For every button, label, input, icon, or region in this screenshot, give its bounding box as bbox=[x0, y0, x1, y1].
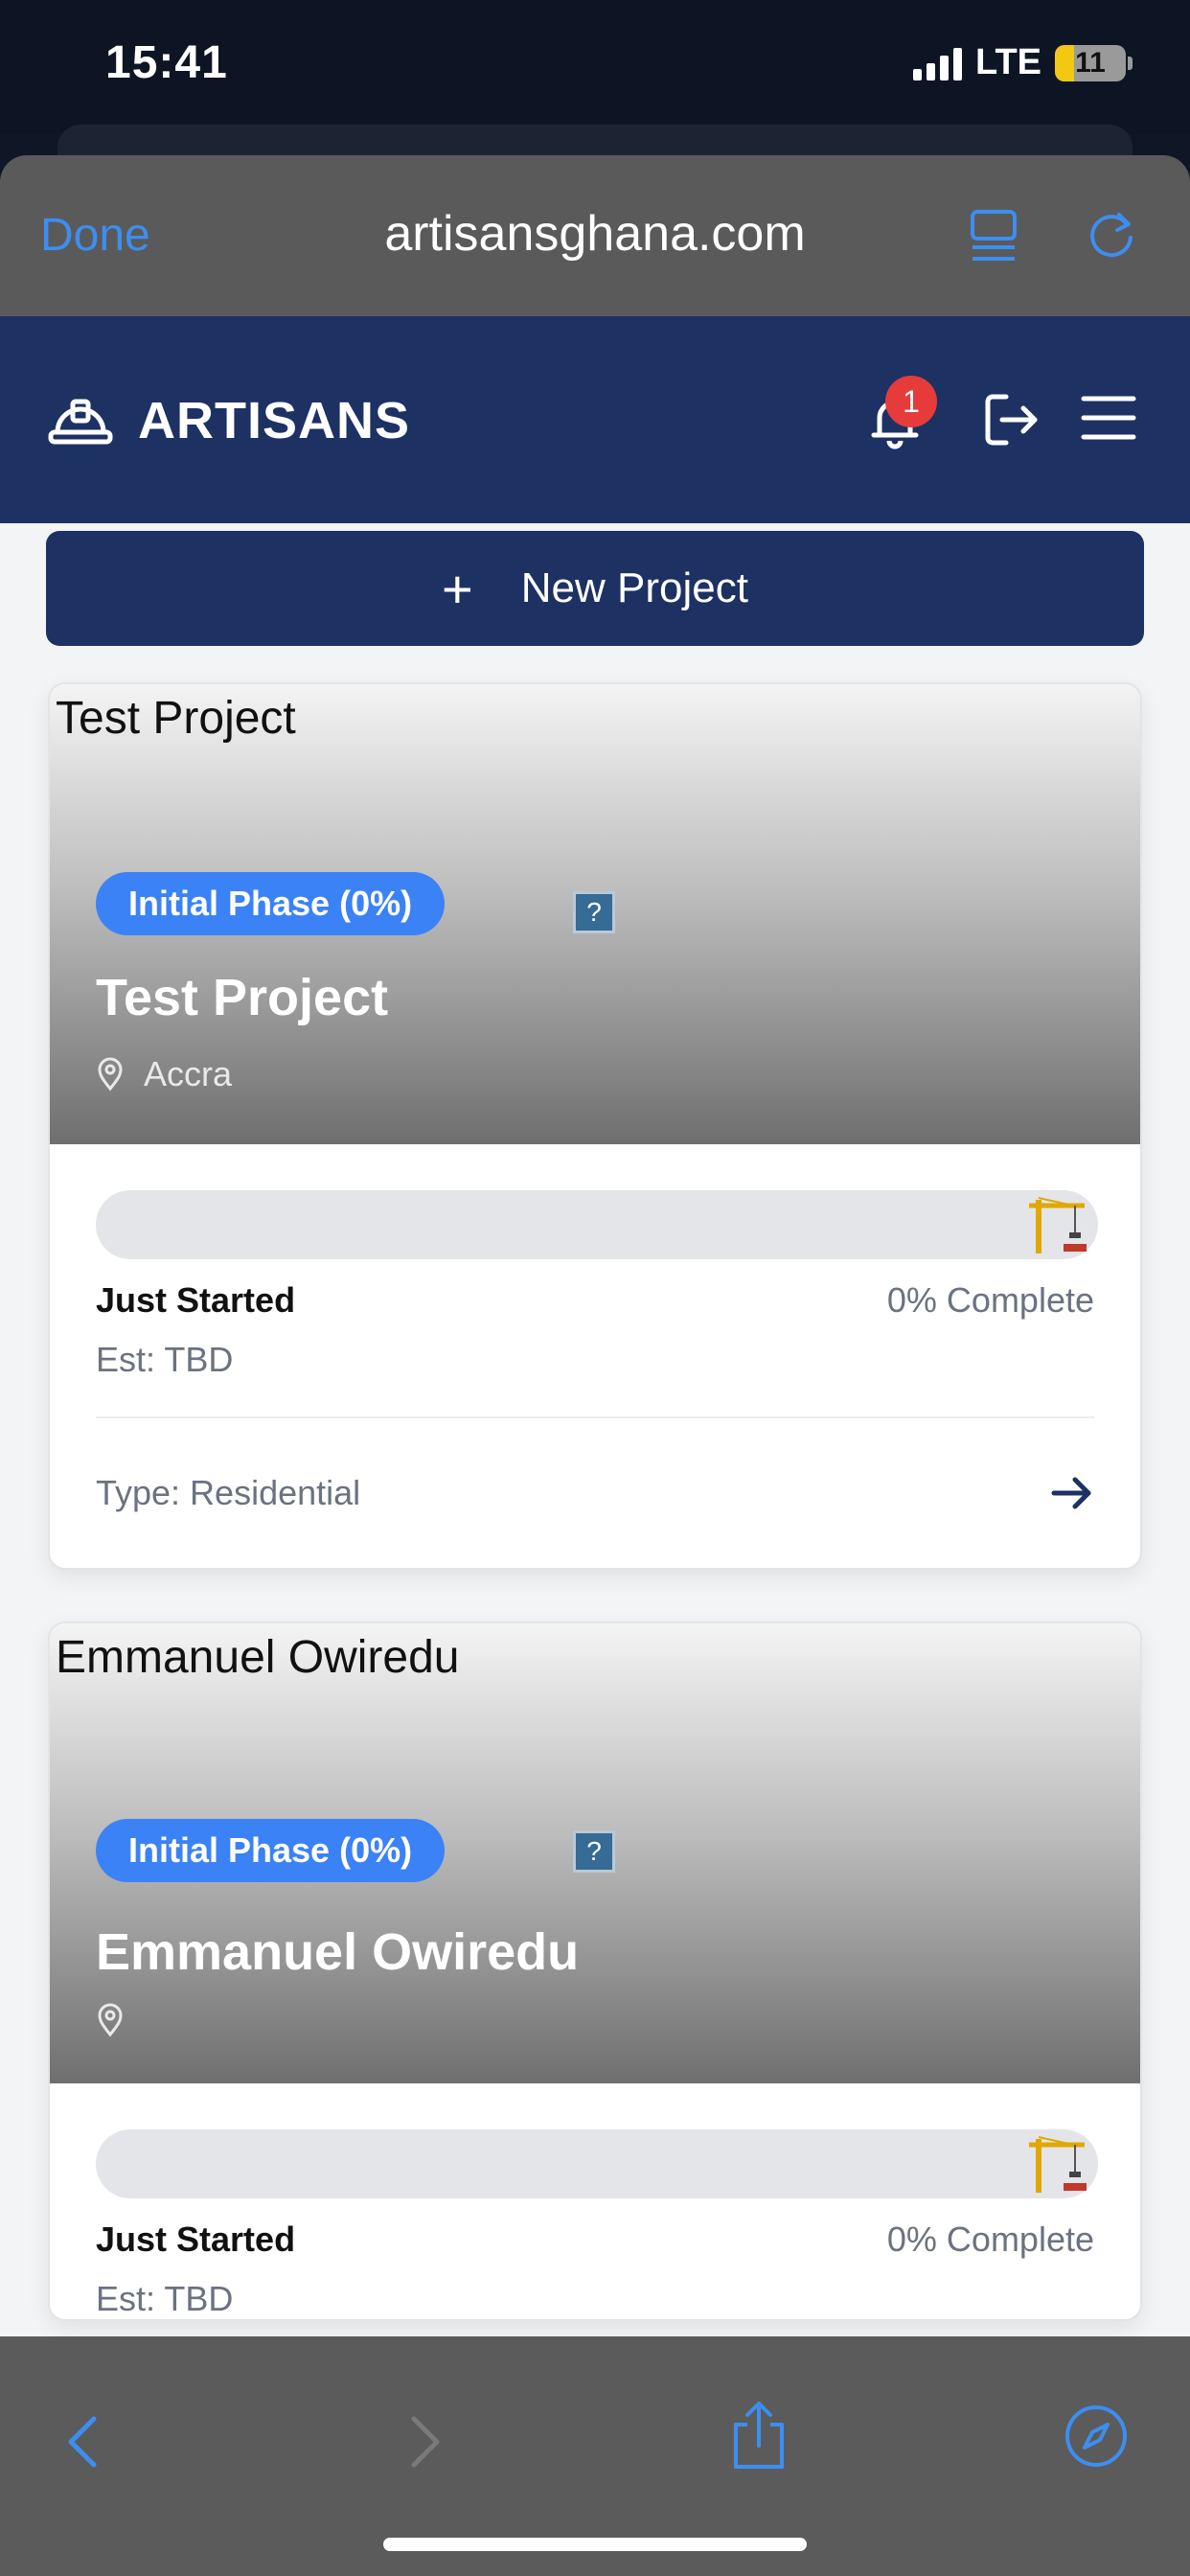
project-card[interactable]: Emmanuel Owiredu Initial Phase (0%) ? Em… bbox=[48, 1622, 1142, 2321]
broken-image-icon: ? bbox=[573, 891, 615, 933]
project-title: Test Project bbox=[96, 969, 389, 1026]
compass-icon[interactable] bbox=[1064, 2404, 1129, 2469]
new-project-button[interactable]: + New Project bbox=[46, 531, 1144, 646]
forward-icon[interactable] bbox=[406, 2413, 445, 2471]
hero-alt-text: Emmanuel Owiredu bbox=[56, 1632, 460, 1683]
location-text: Accra bbox=[144, 1054, 233, 1093]
completion-label: 0% Complete bbox=[886, 1280, 1094, 1320]
project-card[interactable]: Test Project Initial Phase (0%) ? Test P… bbox=[48, 682, 1142, 1570]
status-bar: 15:41 LTE 11 bbox=[0, 0, 1190, 134]
progress-bar bbox=[96, 1190, 1098, 1259]
hero-alt-text: Test Project bbox=[56, 693, 296, 744]
completion-label: 0% Complete bbox=[886, 2220, 1094, 2259]
hard-hat-icon bbox=[48, 399, 113, 445]
estimate-label: Est: TBD bbox=[96, 1340, 234, 1379]
arrow-right-icon[interactable] bbox=[1048, 1470, 1094, 1516]
project-location bbox=[96, 2003, 144, 2037]
app-navbar: ARTISANS 1 bbox=[0, 316, 1190, 523]
battery-tip bbox=[1128, 56, 1133, 70]
network-type: LTE bbox=[975, 42, 1041, 82]
battery-level: 11 bbox=[1075, 46, 1106, 79]
project-hero: Emmanuel Owiredu Initial Phase (0%) ? Em… bbox=[50, 1623, 1140, 2083]
progress-bar bbox=[96, 2129, 1098, 2198]
back-icon[interactable] bbox=[63, 2413, 102, 2471]
status-row: Just Started 0% Complete bbox=[96, 2220, 1094, 2260]
status-label: Just Started bbox=[96, 1280, 296, 1320]
project-location: Accra bbox=[96, 1054, 232, 1094]
hamburger-menu-icon[interactable] bbox=[1081, 393, 1136, 443]
battery-icon: 11 bbox=[1055, 44, 1126, 81]
brand[interactable]: ARTISANS bbox=[48, 391, 410, 450]
broken-image-icon: ? bbox=[573, 1830, 615, 1873]
share-icon[interactable] bbox=[728, 2400, 790, 2471]
status-time: 15:41 bbox=[105, 37, 228, 88]
browser-header: Done artisansghana.com bbox=[0, 155, 1190, 316]
location-pin-icon bbox=[98, 1057, 123, 1092]
project-type: Type: Residential bbox=[96, 1473, 361, 1512]
content-area: + New Project Test Project Initial Phase… bbox=[0, 523, 1190, 2336]
logout-icon[interactable] bbox=[983, 391, 1041, 448]
plus-icon: + bbox=[442, 558, 473, 619]
location-pin-icon bbox=[98, 2003, 123, 2037]
reload-icon[interactable] bbox=[1085, 209, 1138, 263]
status-indicators: LTE 11 bbox=[913, 42, 1133, 83]
reader-mode-icon[interactable] bbox=[970, 209, 1018, 263]
status-label: Just Started bbox=[96, 2220, 296, 2259]
card-footer: Type: Residential bbox=[96, 1418, 1094, 1568]
signal-icon bbox=[913, 46, 963, 80]
project-details: Just Started 0% Complete Est: TBD Type: … bbox=[50, 1144, 1140, 1568]
phase-badge: Initial Phase (0%) bbox=[96, 872, 446, 935]
notification-badge: 1 bbox=[885, 376, 937, 427]
home-indicator bbox=[383, 2538, 807, 2551]
brand-name: ARTISANS bbox=[138, 392, 411, 449]
phase-badge: Initial Phase (0%) bbox=[96, 1819, 446, 1882]
project-hero: Test Project Initial Phase (0%) ? Test P… bbox=[50, 684, 1140, 1144]
crane-icon bbox=[1029, 1197, 1087, 1254]
estimate-label: Est: TBD bbox=[96, 2279, 234, 2318]
status-row: Just Started 0% Complete bbox=[96, 1280, 1094, 1321]
project-details: Just Started 0% Complete Est: TBD bbox=[50, 2083, 1140, 2319]
new-project-label: New Project bbox=[520, 564, 748, 611]
project-title: Emmanuel Owiredu bbox=[96, 1923, 580, 1981]
crane-icon bbox=[1029, 2136, 1087, 2193]
